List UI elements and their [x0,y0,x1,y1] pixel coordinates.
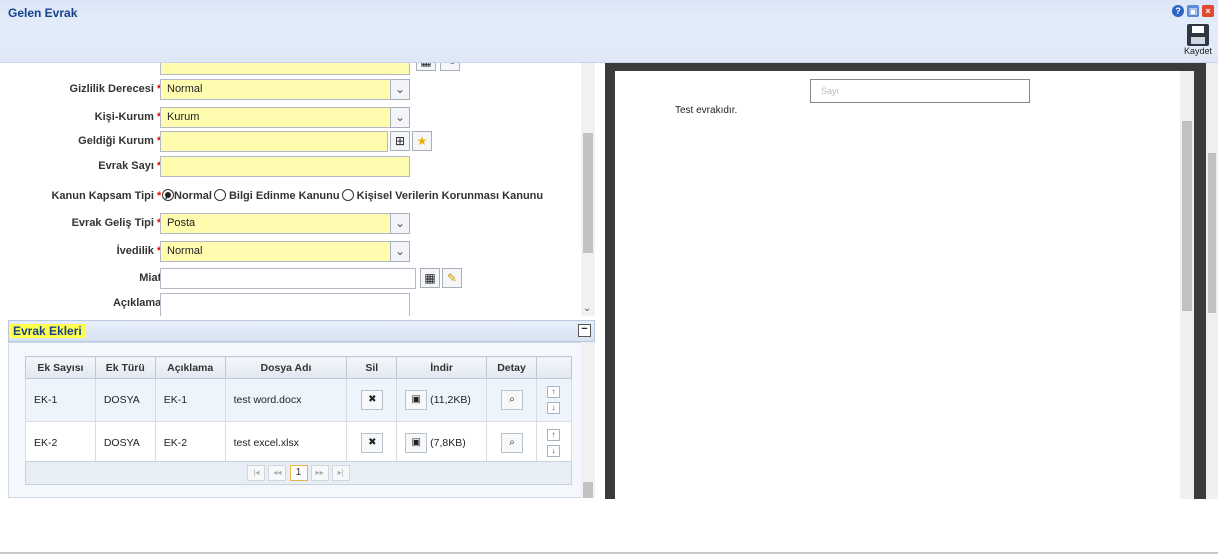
close-icon[interactable]: × [1202,5,1214,17]
chevron-down-icon[interactable]: ⌄ [390,79,410,100]
chevron-down-icon[interactable]: ⌄ [390,241,410,262]
col-header[interactable]: Dosya Adı [224,356,348,379]
radio-normal[interactable] [162,189,174,201]
ivedilik-select[interactable]: Normal ⌄ [160,241,410,262]
col-header[interactable]: İndir [396,356,488,379]
dosya-adi-cell: test word.docx [224,378,348,422]
aciklama-cell: EK-1 [154,378,226,422]
ek-sayisi-cell: EK-1 [25,378,96,422]
move-up-icon[interactable]: ↑ [546,429,560,441]
window-title: Gelen Evrak [8,6,78,20]
preview-page: Sayı Test evrakıdır. [615,71,1180,499]
search-icon[interactable]: ⌕ [501,390,524,410]
dosya-adi-cell: test excel.xlsx [224,421,348,465]
maximize-icon[interactable]: ▣ [1187,5,1199,17]
title-bar: Gelen Evrak ? ▣ × Kaydet [0,0,1218,63]
kisi-kurum-select[interactable]: Kurum ⌄ [160,107,410,128]
evrak-ekleri-panel: Ek Sayısı Ek Türü Açıklama Dosya Adı Sil… [8,342,595,498]
col-header[interactable]: Ek Sayısı [25,356,96,379]
delete-icon[interactable]: ✖ [361,390,384,410]
download-icon[interactable]: ▣ [405,433,428,453]
attachments-table: Ek Sayısı Ek Türü Açıklama Dosya Adı Sil… [25,356,573,465]
col-header[interactable]: Ek Türü [94,356,156,379]
document-body-text: Test evrakıdır. [675,105,738,116]
col-header[interactable]: Detay [486,356,537,379]
ek-turu-cell: DOSYA [94,421,156,465]
file-size: (11,2KB) [430,393,471,406]
move-up-icon[interactable]: ↑ [546,386,560,398]
next-page-button[interactable]: ▸▸ [310,465,329,481]
radio-kisisel-veriler[interactable] [341,189,354,201]
star-icon[interactable]: ★ [412,131,432,151]
first-page-button[interactable]: |◂ [247,465,266,481]
form-scrollbar[interactable]: ⌄ [581,63,595,316]
evrak-tarihi-field[interactable] [160,63,410,75]
kanun-kapsam-label: Kanun Kapsam Tipi * : [51,190,168,202]
kisi-kurum-label: Kişi-Kurum * : [94,111,168,123]
search-icon[interactable]: ⌕ [501,433,524,453]
attachments-scrollbar[interactable] [581,342,595,498]
preview-scrollbar[interactable] [1180,71,1194,499]
geldigi-kurum-label: Geldiği Kurum * : [78,135,168,147]
floppy-disk-icon [1187,24,1209,46]
gizlilik-select[interactable]: Normal ⌄ [160,79,410,100]
collapse-icon[interactable]: − [578,324,591,337]
col-header[interactable]: Sil [346,356,398,379]
save-label: Kaydet [1183,46,1213,56]
geldigi-kurum-field[interactable] [160,131,388,152]
ek-sayisi-cell: EK-2 [25,421,96,465]
save-button[interactable]: Kaydet [1180,24,1216,56]
help-icon[interactable]: ? [1172,5,1184,17]
file-size: (7,8KB) [430,436,466,449]
aciklama-field[interactable] [160,293,410,316]
table-row: EK-2 DOSYA EK-2 test excel.xlsx ✖ ▣ (7,8… [25,421,573,465]
move-down-icon[interactable]: ↓ [546,402,560,414]
gizlilik-label: Gizlilik Derecesi * : [69,83,168,95]
delete-icon[interactable]: ✖ [361,433,384,453]
prev-page-button[interactable]: ◂◂ [268,465,287,481]
evrak-sayi-label: Evrak Sayı * : [98,160,168,172]
evrak-ekleri-header: Evrak Ekleri − [8,320,595,342]
evrak-form: ▦ ✎ Gizlilik Derecesi * : Normal⌄ Kişi-K… [8,63,595,316]
col-header[interactable]: Açıklama [154,356,226,379]
window-scrollbar[interactable] [1206,63,1218,499]
col-header-blank [535,356,573,379]
gelen-evrak-window: Gelen Evrak ? ▣ × Kaydet ▦ ✎ Gizlilik De… [0,0,1218,554]
gelis-tipi-select[interactable]: Posta ⌄ [160,213,410,234]
broom-icon[interactable]: ✎ [442,268,462,288]
move-down-icon[interactable]: ↓ [546,445,560,457]
evrak-sayi-field[interactable] [160,156,410,177]
kanun-kapsam-radio-group: Normal Bilgi Edinme Kanunu Kişisel Veril… [160,189,543,202]
calendar-icon[interactable]: ▦ [416,63,436,71]
last-page-button[interactable]: ▸| [331,465,350,481]
evrak-ekleri-title: Evrak Ekleri [9,324,86,338]
calendar-icon[interactable]: ▦ [420,268,440,288]
document-preview: Sayı Test evrakıdır. [605,63,1206,499]
org-tree-icon[interactable]: ⊞ [390,131,410,151]
radio-bilgi-edinme[interactable] [213,189,226,201]
ek-turu-cell: DOSYA [94,378,156,422]
broom-icon[interactable]: ✎ [440,63,460,71]
preview-toolbar [605,63,1206,71]
chevron-down-icon[interactable]: ⌄ [390,107,410,128]
chevron-down-icon[interactable]: ⌄ [390,213,410,234]
table-row: EK-1 DOSYA EK-1 test word.docx ✖ ▣ (11,2… [25,378,573,422]
aciklama-cell: EK-2 [154,421,226,465]
current-page[interactable]: 1 [289,465,308,481]
gelis-tipi-label: Evrak Geliş Tipi * : [71,217,168,229]
miat-field[interactable] [160,268,416,289]
pagination: |◂ ◂◂ 1 ▸▸ ▸| [25,461,572,485]
sayi-field[interactable]: Sayı [810,79,1030,103]
download-icon[interactable]: ▣ [405,390,428,410]
